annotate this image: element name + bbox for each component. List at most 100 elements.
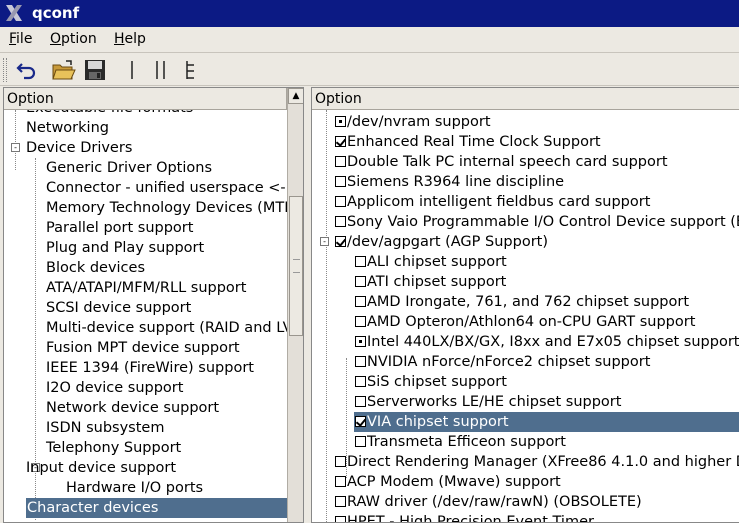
tree-item-executable-file-formats[interactable]: Executable file formats [4,110,287,118]
unchecked-checkbox[interactable] [335,516,346,522]
toolbar-grip[interactable] [3,58,7,82]
tree-item-parallel-port-support[interactable]: Parallel port support [4,218,287,238]
menu-option[interactable]: Option [50,31,97,47]
split-view-button[interactable] [148,57,174,83]
tree-item-networking[interactable]: Networking [4,118,287,138]
unchecked-checkbox[interactable] [355,256,366,267]
unchecked-checkbox[interactable] [355,356,366,367]
option-row-dev-agpgart-agp-support[interactable]: - /dev/agpgart (AGP Support) [312,232,739,252]
option-row-intel-440lx-bx-gx-i8xx-and-e7x05-chipset[interactable]: Intel 440LX/BX/GX, I8xx and E7x05 chipse… [312,332,739,352]
menu-file[interactable]: File [9,31,32,47]
option-row-nvidia-nforce-nforce2-chipset-support[interactable]: NVIDIA nForce/nForce2 chipset support [312,352,739,372]
unchecked-checkbox[interactable] [355,436,366,447]
tree-item-fusion-mpt-device-support[interactable]: Fusion MPT device support [4,338,287,358]
tree-item-connector-unified-userspace-kernelspace-[interactable]: Connector - unified userspace <-> kernel… [4,178,287,198]
single-view-icon [131,61,133,79]
tree-item-plug-and-play-support[interactable]: Plug and Play support [4,238,287,258]
option-row-hpet-high-precision-event-timer[interactable]: HPET - High Precision Event Timer [312,512,739,522]
tree-item-character-devices[interactable]: -Character devices [4,498,287,518]
load-button[interactable] [51,57,77,83]
save-button[interactable] [82,57,108,83]
option-label: Intel 440LX/BX/GX, I8xx and E7x05 chipse… [367,334,739,350]
option-row-direct-rendering-manager-xfree86-4-1-0-a[interactable]: Direct Rendering Manager (XFree86 4.1.0 … [312,452,739,472]
window-titlebar[interactable]: qconf [0,0,739,27]
unchecked-checkbox[interactable] [355,396,366,407]
option-row-serverworks-le-he-chipset-support[interactable]: Serverworks LE/HE chipset support [312,392,739,412]
option-row-double-talk-pc-internal-speech-card-supp[interactable]: Double Talk PC internal speech card supp… [312,152,739,172]
option-row-via-chipset-support[interactable]: VIA chipset support [312,412,739,432]
unchecked-checkbox[interactable] [355,316,366,327]
tree-item-input-device-support[interactable]: - Input device support [4,458,287,478]
option-label: ACP Modem (Mwave) support [347,474,561,490]
option-label: HPET - High Precision Event Timer [347,514,594,522]
menu-help[interactable]: Help [114,31,146,47]
checked-checkbox[interactable] [355,416,366,427]
thumb-grip-icon [293,259,300,273]
checked-checkbox[interactable] [335,236,346,247]
tree-item-isdn-subsystem[interactable]: ISDN subsystem [4,418,287,438]
tree-item-scsi-device-support[interactable]: SCSI device support [4,298,287,318]
unchecked-checkbox[interactable] [355,276,366,287]
left-scrollbar[interactable]: ▲ [287,88,303,522]
menu-file-accel: F [9,31,17,47]
option-label: Direct Rendering Manager (XFree86 4.1.0 … [347,454,739,470]
tree-item-network-device-support[interactable]: Network device support [4,398,287,418]
tree-item-generic-driver-options[interactable]: Generic Driver Options [4,158,287,178]
left-column-header[interactable]: Option [4,88,287,110]
unchecked-checkbox[interactable] [355,376,366,387]
option-label: Transmeta Efficeon support [367,434,566,450]
module-checkbox[interactable] [335,116,346,127]
arrow-up-icon: ▲ [292,91,300,101]
menu-tree[interactable]: Executable file formatsNetworking-Device… [4,110,287,522]
single-view-button[interactable] [119,57,145,83]
tree-item-telephony-support[interactable]: Telephony Support [4,438,287,458]
unchecked-checkbox[interactable] [335,456,346,467]
option-row-sony-vaio-programmable-i-o-control-devic[interactable]: Sony Vaio Programmable I/O Control Devic… [312,212,739,232]
tree-item-hardware-i-o-ports[interactable]: Hardware I/O ports [4,478,287,498]
menu-help-label: elp [124,31,146,47]
unchecked-checkbox[interactable] [335,216,346,227]
option-row-dev-nvram-support[interactable]: /dev/nvram support [312,112,739,132]
option-list[interactable]: /dev/nvram support Enhanced Real Time Clo… [312,110,739,522]
unchecked-checkbox[interactable] [355,296,366,307]
option-row-acp-modem-mwave-support[interactable]: ACP Modem (Mwave) support [312,472,739,492]
unchecked-checkbox[interactable] [335,156,346,167]
panel-splitter[interactable] [304,87,311,523]
option-row-enhanced-real-time-clock-support[interactable]: Enhanced Real Time Clock Support [312,132,739,152]
split-view-icon [156,61,165,79]
tree-item-multi-device-support-raid-and-lvm[interactable]: Multi-device support (RAID and LVM) [4,318,287,338]
unchecked-checkbox[interactable] [335,176,346,187]
full-view-button[interactable] [178,57,204,83]
option-row-applicom-intelligent-fieldbus-card-suppo[interactable]: Applicom intelligent fieldbus card suppo… [312,192,739,212]
module-checkbox[interactable] [355,336,366,347]
option-row-amd-irongate-761-and-762-chipset-support[interactable]: AMD Irongate, 761, and 762 chipset suppo… [312,292,739,312]
tree-item-ata-atapi-mfm-rll-support[interactable]: ATA/ATAPI/MFM/RLL support [4,278,287,298]
option-row-ati-chipset-support[interactable]: ATI chipset support [312,272,739,292]
right-column-header[interactable]: Option [312,88,739,110]
tree-item-ieee-1394-firewire-support[interactable]: IEEE 1394 (FireWire) support [4,358,287,378]
collapse-icon[interactable]: - [320,237,329,246]
option-row-siemens-r3964-line-discipline[interactable]: Siemens R3964 line discipline [312,172,739,192]
option-label: AMD Irongate, 761, and 762 chipset suppo… [367,294,690,310]
checked-checkbox[interactable] [335,136,346,147]
option-row-raw-driver-dev-raw-rawn-obsolete[interactable]: RAW driver (/dev/raw/rawN) (OBSOLETE) [312,492,739,512]
option-label: NVIDIA nForce/nForce2 chipset support [367,354,651,370]
option-list-panel[interactable]: Option /dev/nvram support Enhanced Real T… [311,87,739,523]
option-row-sis-chipset-support[interactable]: SiS chipset support [312,372,739,392]
menu-tree-panel[interactable]: Option Executable file formats Networking… [3,87,304,523]
option-row-ali-chipset-support[interactable]: ALI chipset support [312,252,739,272]
tree-item-device-drivers[interactable]: - Device Drivers [4,138,287,158]
option-row-transmeta-efficeon-support[interactable]: Transmeta Efficeon support [312,432,739,452]
unchecked-checkbox[interactable] [335,496,346,507]
menu-option-label: ption [61,31,97,47]
option-row-amd-opteron-athlon64-on-cpu-gart-support[interactable]: AMD Opteron/Athlon64 on-CPU GART support [312,312,739,332]
scroll-up-button[interactable]: ▲ [288,88,303,104]
tree-item-i2o-device-support[interactable]: I2O device support [4,378,287,398]
back-button[interactable] [14,57,40,83]
scroll-thumb[interactable] [289,196,303,336]
collapse-icon[interactable]: - [11,143,20,152]
unchecked-checkbox[interactable] [335,476,346,487]
tree-item-memory-technology-devices-mtd[interactable]: Memory Technology Devices (MTD) [4,198,287,218]
unchecked-checkbox[interactable] [335,196,346,207]
tree-item-block-devices[interactable]: Block devices [4,258,287,278]
